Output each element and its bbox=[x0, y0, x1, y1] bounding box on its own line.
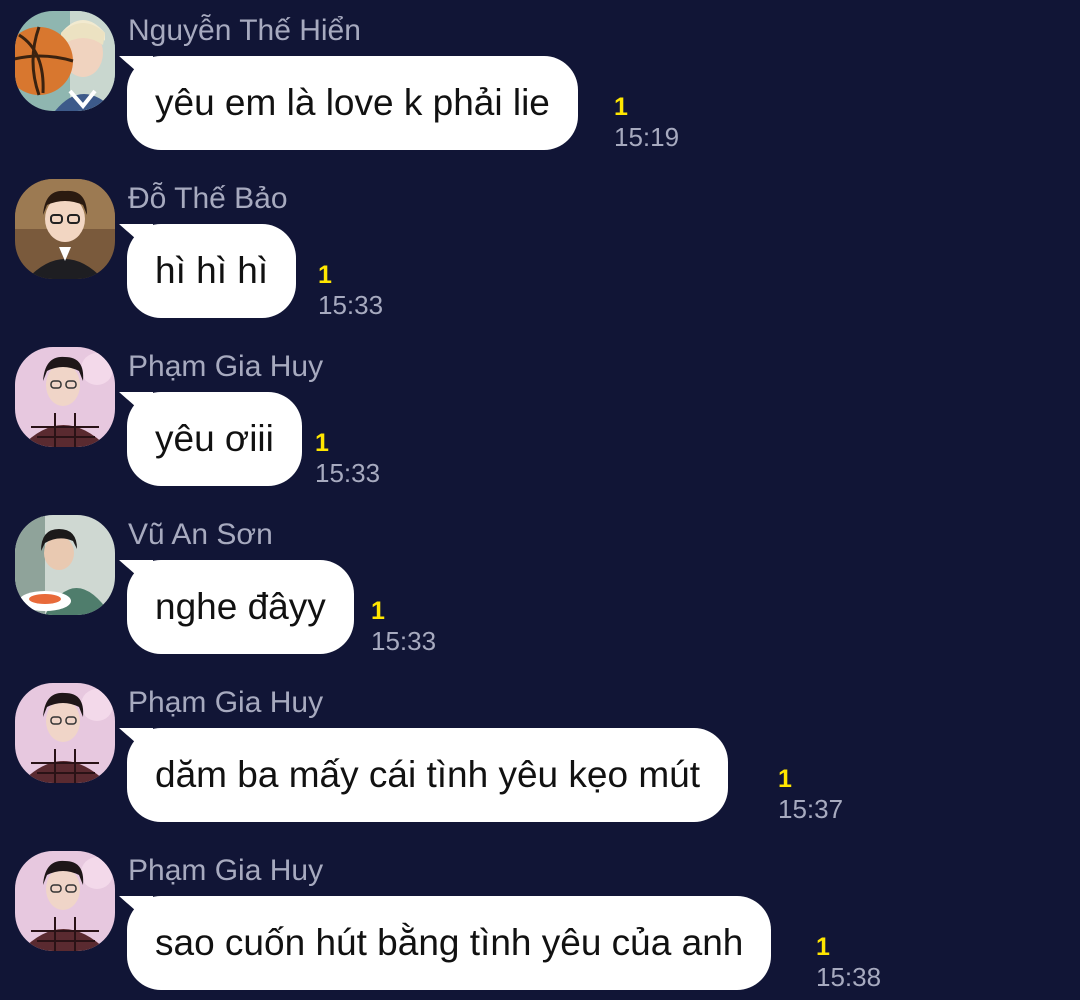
message-row: Đỗ Thế Bảo hì hì hì 1 15:33 bbox=[0, 168, 1080, 336]
message-bubble[interactable]: yêu ơiii bbox=[127, 392, 302, 486]
message-text: dăm ba mấy cái tình yêu kẹo mút bbox=[155, 754, 700, 795]
unread-count: 1 bbox=[318, 261, 332, 289]
sender-name: Phạm Gia Huy bbox=[128, 854, 324, 887]
message-row: Vũ An Sơn nghe đâyy 1 15:33 bbox=[0, 504, 1080, 672]
message-bubble[interactable]: hì hì hì bbox=[127, 224, 297, 318]
message-text: yêu em là love k phải lie bbox=[155, 82, 550, 123]
message-bubble[interactable]: nghe đâyy bbox=[127, 560, 354, 654]
sender-name: Nguyễn Thế Hiển bbox=[128, 14, 361, 47]
eating-avatar-icon[interactable] bbox=[15, 515, 115, 615]
message-time: 15:38 bbox=[816, 962, 882, 992]
message-text: nghe đâyy bbox=[155, 586, 326, 627]
unread-count: 1 bbox=[614, 93, 628, 121]
message-row: Phạm Gia Huy sao cuốn hút bằng tình yêu … bbox=[0, 840, 1080, 1000]
message-bubble[interactable]: sao cuốn hút bằng tình yêu của anh bbox=[127, 896, 772, 990]
plaid-shirt-avatar-icon[interactable] bbox=[15, 851, 115, 951]
sender-name: Vũ An Sơn bbox=[128, 518, 273, 551]
message-row: Phạm Gia Huy dăm ba mấy cái tình yêu kẹo… bbox=[0, 672, 1080, 840]
chat-message-list[interactable]: Nguyễn Thế Hiển yêu em là love k phải li… bbox=[0, 0, 1080, 1000]
message-time: 15:33 bbox=[371, 626, 437, 656]
unread-count: 1 bbox=[315, 429, 329, 457]
message-bubble[interactable]: dăm ba mấy cái tình yêu kẹo mút bbox=[127, 728, 728, 822]
message-time: 15:37 bbox=[778, 794, 844, 824]
message-bubble[interactable]: yêu em là love k phải lie bbox=[127, 56, 578, 150]
basketball-avatar-icon[interactable] bbox=[15, 11, 115, 111]
unread-count: 1 bbox=[371, 597, 385, 625]
message-time: 15:33 bbox=[315, 458, 381, 488]
sender-name: Phạm Gia Huy bbox=[128, 686, 324, 719]
plaid-shirt-avatar-icon[interactable] bbox=[15, 347, 115, 447]
plaid-shirt-avatar-icon[interactable] bbox=[15, 683, 115, 783]
unread-count: 1 bbox=[778, 765, 792, 793]
message-time: 15:19 bbox=[614, 122, 680, 152]
unread-count: 1 bbox=[816, 933, 830, 961]
message-text: sao cuốn hút bằng tình yêu của anh bbox=[155, 922, 744, 963]
message-time: 15:33 bbox=[318, 290, 384, 320]
message-row: Nguyễn Thế Hiển yêu em là love k phải li… bbox=[0, 0, 1080, 168]
message-row: Phạm Gia Huy yêu ơiii 1 15:33 bbox=[0, 336, 1080, 504]
message-text: yêu ơiii bbox=[155, 418, 274, 459]
message-text: hì hì hì bbox=[155, 250, 269, 291]
glasses-boy-avatar-icon[interactable] bbox=[15, 179, 115, 279]
sender-name: Phạm Gia Huy bbox=[128, 350, 324, 383]
sender-name: Đỗ Thế Bảo bbox=[128, 182, 288, 215]
